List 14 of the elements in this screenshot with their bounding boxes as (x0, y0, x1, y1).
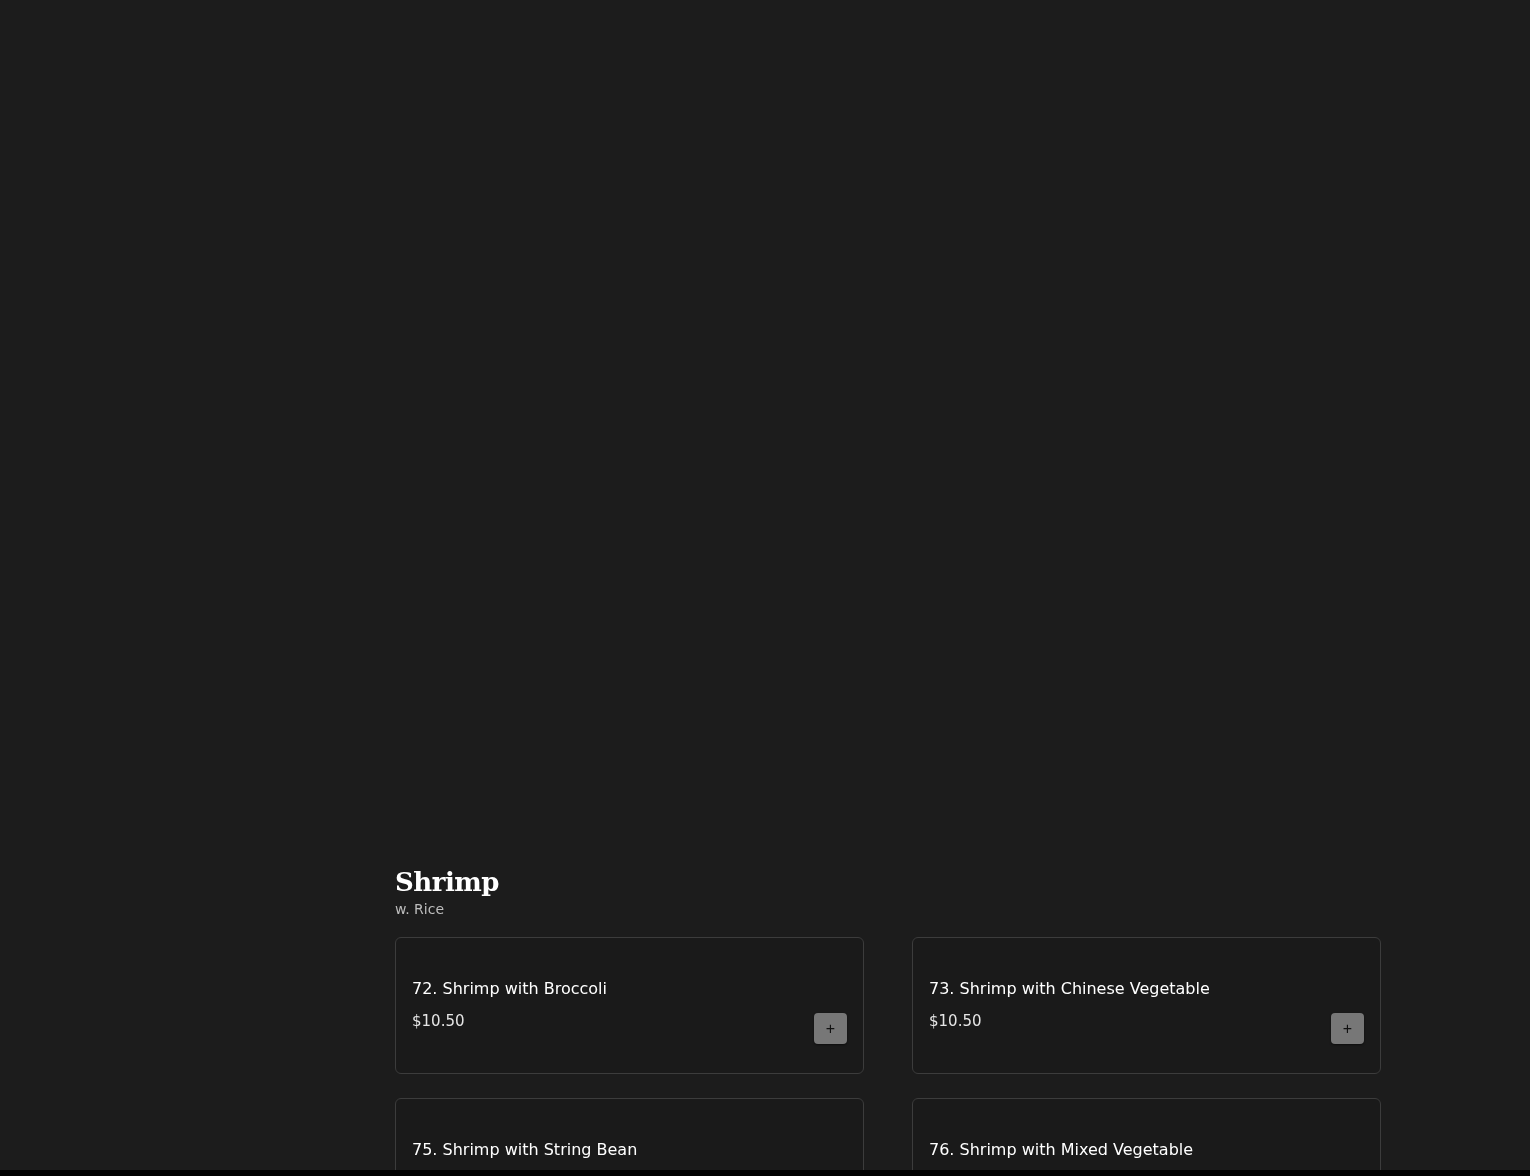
menu-item-card[interactable]: 73. Shrimp with Chinese Vegetable $10.50 + (912, 937, 1381, 1074)
item-name: 72. Shrimp with Broccoli (412, 978, 608, 1000)
section-title: Shrimp (395, 866, 500, 898)
menu-item-card[interactable]: 76. Shrimp with Mixed Vegetable (912, 1098, 1381, 1170)
item-name: 75. Shrimp with String Bean (412, 1139, 639, 1161)
item-name: 76. Shrimp with Mixed Vegetable (929, 1139, 1195, 1161)
section-subtitle: w. Rice (395, 900, 445, 918)
item-price: $10.50 (929, 1011, 982, 1031)
item-name: 73. Shrimp with Chinese Vegetable (929, 978, 1211, 1000)
item-price: $10.50 (412, 1011, 465, 1031)
add-button[interactable]: + (814, 1013, 847, 1044)
add-button[interactable]: + (1331, 1013, 1364, 1044)
menu-item-card[interactable]: 72. Shrimp with Broccoli $10.50 + (395, 937, 864, 1074)
menu-item-card[interactable]: 75. Shrimp with String Bean (395, 1098, 864, 1170)
